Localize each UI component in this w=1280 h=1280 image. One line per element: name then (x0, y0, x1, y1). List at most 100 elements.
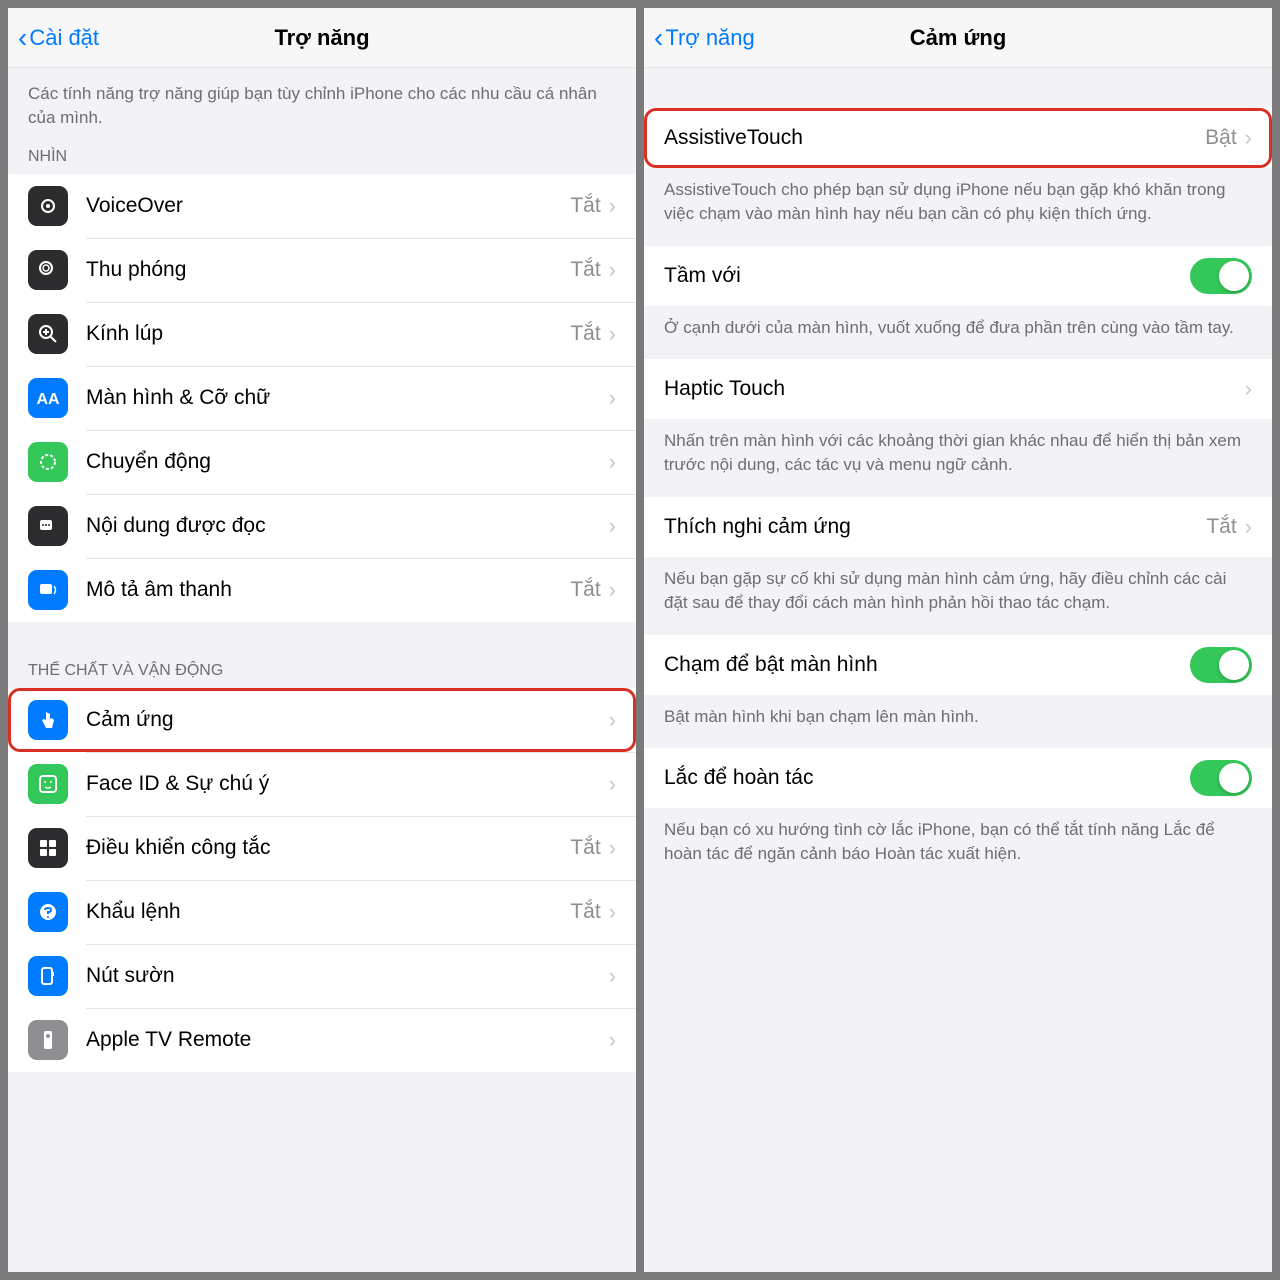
row-touch[interactable]: Cảm ứng› (8, 688, 636, 752)
row-label: Điều khiển công tắc (86, 836, 570, 860)
navbar: ‹ Trợ năng Cảm ứng (644, 8, 1272, 68)
row-value: Tắt (570, 900, 600, 924)
chevron-right-icon: › (609, 771, 616, 797)
chevron-left-icon: ‹ (18, 22, 27, 54)
toggle-shake-to-undo[interactable] (1190, 760, 1252, 796)
row-audiodesc[interactable]: Mô tả âm thanhTắt › (8, 558, 636, 622)
row-value: Bật (1205, 126, 1237, 150)
section-header-physical: THỂ CHẤT VÀ VẬN ĐỘNG (8, 662, 636, 688)
row-label: Nút sườn (86, 964, 609, 988)
row-label: Chuyển động (86, 450, 609, 474)
row-value: Tắt (570, 322, 600, 346)
chevron-right-icon: › (609, 257, 616, 283)
spoken-icon (28, 506, 68, 546)
row-value: Tắt (570, 578, 600, 602)
toggle-reachability[interactable] (1190, 258, 1252, 294)
appletv-icon (28, 1020, 68, 1060)
row-display[interactable]: AA Màn hình & Cỡ chữ› (8, 366, 636, 430)
svg-text:AA: AA (36, 391, 60, 408)
audiodesc-icon (28, 570, 68, 610)
row-label: Màn hình & Cỡ chữ (86, 386, 609, 410)
footnote-reachability: Ở cạnh dưới của màn hình, vuốt xuống để … (644, 306, 1272, 360)
touch-icon (28, 700, 68, 740)
row-label: Mô tả âm thanh (86, 578, 570, 602)
row-spoken[interactable]: Nội dung được đọc› (8, 494, 636, 558)
footnote-shake: Nếu bạn có xu hướng tình cờ lắc iPhone, … (644, 808, 1272, 886)
chevron-right-icon: › (1245, 376, 1252, 402)
row-tap-to-wake[interactable]: Chạm để bật màn hình (644, 635, 1272, 695)
voiceover-icon (28, 186, 68, 226)
row-faceid[interactable]: Face ID & Sự chú ý› (8, 752, 636, 816)
row-value: Tắt (1206, 515, 1236, 539)
chevron-right-icon: › (609, 385, 616, 411)
chevron-right-icon: › (609, 513, 616, 539)
page-title: Trợ năng (274, 25, 369, 51)
row-label: Haptic Touch (664, 377, 1245, 401)
row-voiceover[interactable]: VoiceOverTắt › (8, 174, 636, 238)
chevron-right-icon: › (609, 899, 616, 925)
row-label: AssistiveTouch (664, 126, 1205, 150)
back-label: Cài đặt (29, 25, 99, 51)
row-label: Thích nghi cảm ứng (664, 515, 1206, 539)
chevron-right-icon: › (609, 321, 616, 347)
row-label: Thu phóng (86, 258, 570, 282)
row-magnifier[interactable]: Kính lúpTắt › (8, 302, 636, 366)
chevron-right-icon: › (609, 449, 616, 475)
row-voice[interactable]: Khẩu lệnhTắt › (8, 880, 636, 944)
sidebtn-icon (28, 956, 68, 996)
back-button[interactable]: ‹ Trợ năng (654, 22, 755, 54)
chevron-left-icon: ‹ (654, 22, 663, 54)
chevron-right-icon: › (609, 577, 616, 603)
row-label: Chạm để bật màn hình (664, 653, 1190, 677)
row-label: Apple TV Remote (86, 1028, 609, 1052)
section-header-vision: NHÌN (8, 148, 636, 174)
row-touch-accommodations[interactable]: Thích nghi cảm ứng Tắt › (644, 497, 1272, 557)
row-value: Tắt (570, 836, 600, 860)
switch-icon (28, 828, 68, 868)
chevron-right-icon: › (609, 193, 616, 219)
row-label: Kính lúp (86, 322, 570, 346)
footnote-assistivetouch: AssistiveTouch cho phép bạn sử dụng iPho… (644, 168, 1272, 246)
physical-list: Cảm ứng›Face ID & Sự chú ý›Điều khiển cô… (8, 688, 636, 1072)
footnote-accommodations: Nếu bạn gặp sự cố khi sử dụng màn hình c… (644, 557, 1272, 635)
navbar: ‹ Cài đặt Trợ năng (8, 8, 636, 68)
toggle-tap-to-wake[interactable] (1190, 647, 1252, 683)
zoom-icon (28, 250, 68, 290)
row-label: VoiceOver (86, 194, 570, 218)
touch-screen: ‹ Trợ năng Cảm ứng AssistiveTouch Bật › … (644, 8, 1272, 1272)
chevron-right-icon: › (1245, 125, 1252, 151)
chevron-right-icon: › (609, 835, 616, 861)
row-shake-to-undo[interactable]: Lắc để hoàn tác (644, 748, 1272, 808)
row-reachability[interactable]: Tầm với (644, 246, 1272, 306)
voice-icon (28, 892, 68, 932)
chevron-right-icon: › (609, 963, 616, 989)
row-label: Face ID & Sự chú ý (86, 772, 609, 796)
row-label: Lắc để hoàn tác (664, 766, 1190, 790)
row-motion[interactable]: Chuyển động› (8, 430, 636, 494)
row-assistivetouch[interactable]: AssistiveTouch Bật › (644, 108, 1272, 168)
back-button[interactable]: ‹ Cài đặt (18, 22, 99, 54)
motion-icon (28, 442, 68, 482)
row-value: Tắt (570, 194, 600, 218)
vision-list: VoiceOverTắt›Thu phóngTắt›Kính lúpTắt›AA… (8, 174, 636, 622)
faceid-icon (28, 764, 68, 804)
row-appletv[interactable]: Apple TV Remote› (8, 1008, 636, 1072)
chevron-right-icon: › (609, 707, 616, 733)
row-zoom[interactable]: Thu phóngTắt› (8, 238, 636, 302)
display-icon: AA (28, 378, 68, 418)
page-title: Cảm ứng (910, 25, 1007, 51)
footnote-haptic: Nhấn trên màn hình với các khoảng thời g… (644, 419, 1272, 497)
row-sidebtn[interactable]: Nút sườn› (8, 944, 636, 1008)
row-switch[interactable]: Điều khiển công tắcTắt › (8, 816, 636, 880)
row-label: Nội dung được đọc (86, 514, 609, 538)
chevron-right-icon: › (1245, 514, 1252, 540)
row-haptic-touch[interactable]: Haptic Touch › (644, 359, 1272, 419)
intro-text: Các tính năng trợ năng giúp bạn tùy chỉn… (8, 68, 636, 148)
magnifier-icon (28, 314, 68, 354)
row-label: Khẩu lệnh (86, 900, 570, 924)
back-label: Trợ năng (665, 25, 754, 51)
row-label: Cảm ứng (86, 708, 609, 732)
footnote-tapwake: Bật màn hình khi bạn chạm lên màn hình. (644, 695, 1272, 749)
row-label: Tầm với (664, 264, 1190, 288)
accessibility-screen: ‹ Cài đặt Trợ năng Các tính năng trợ năn… (8, 8, 636, 1272)
